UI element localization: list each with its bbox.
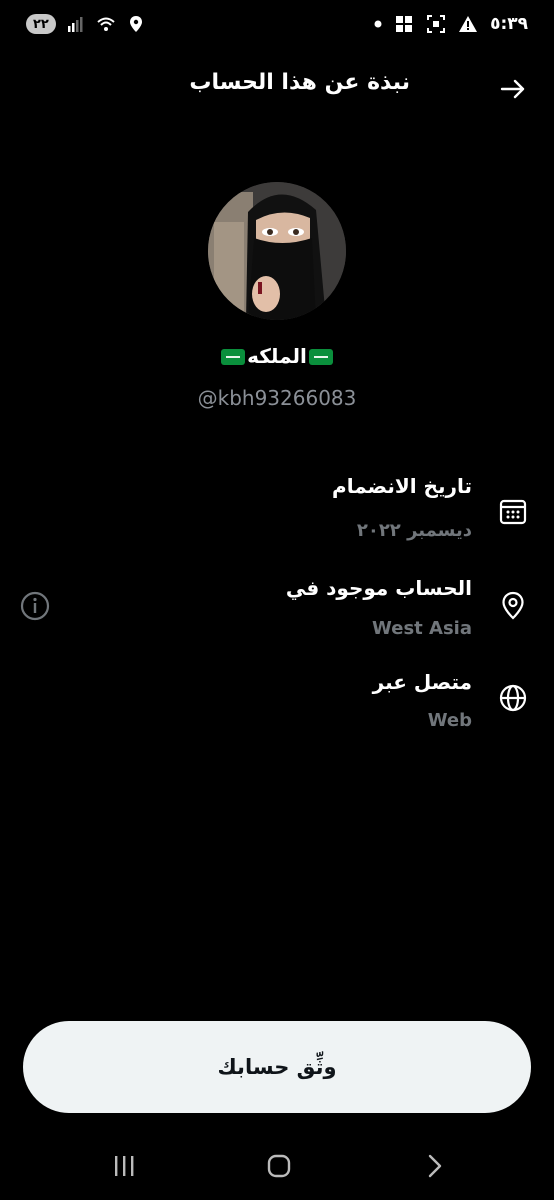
page-title: نبذة عن هذا الحساب: [189, 70, 410, 95]
clock: ٥:٣٩: [490, 14, 528, 34]
connected-value: Web: [427, 710, 472, 731]
battery-indicator: ٢٢: [26, 14, 56, 34]
username-handle: @kbh93266083: [197, 386, 357, 410]
display-name: الملكه: [0, 344, 554, 368]
app-notification-icon: [396, 16, 413, 32]
avatar-image: [208, 182, 346, 320]
status-left: ٢٢: [26, 14, 146, 34]
about-account-screen: ٢٢ ٥:٣٩ نبذة عن هذا الحساب الملكه @kbh93…: [0, 0, 554, 1200]
status-right: ٥:٣٩: [374, 14, 528, 34]
info-icon[interactable]: [19, 590, 51, 622]
joined-value: ديسمبر ٢٠٢٢: [356, 520, 472, 541]
wifi-icon: [97, 17, 115, 31]
location-status-icon: [129, 16, 142, 32]
warning-icon: [459, 16, 478, 32]
avatar[interactable]: [208, 182, 346, 320]
saudi-flag-icon: [308, 349, 333, 365]
location-value: West Asia: [372, 618, 472, 639]
location-label: الحساب موجود في: [285, 576, 472, 600]
notification-dot-icon: [374, 20, 382, 28]
joined-label: تاريخ الانضمام: [332, 474, 472, 498]
back-nav-icon[interactable]: [414, 1148, 454, 1184]
recent-apps-icon[interactable]: [104, 1148, 144, 1184]
back-arrow-icon[interactable]: [498, 74, 528, 104]
calendar-icon: [499, 499, 527, 525]
status-bar: ٢٢ ٥:٣٩: [0, 0, 554, 52]
home-icon[interactable]: [259, 1148, 299, 1184]
screenshot-icon: [427, 15, 446, 33]
globe-icon: [499, 684, 527, 712]
display-name-text: الملكه: [247, 344, 307, 368]
connected-label: متصل عبر: [372, 670, 472, 694]
battery-level: ٢٢: [33, 16, 49, 32]
signal-icon: [67, 17, 83, 32]
location-pin-icon: [502, 591, 524, 620]
verify-account-button[interactable]: وثِّق حسابك: [23, 1021, 531, 1113]
saudi-flag-icon: [221, 349, 246, 365]
